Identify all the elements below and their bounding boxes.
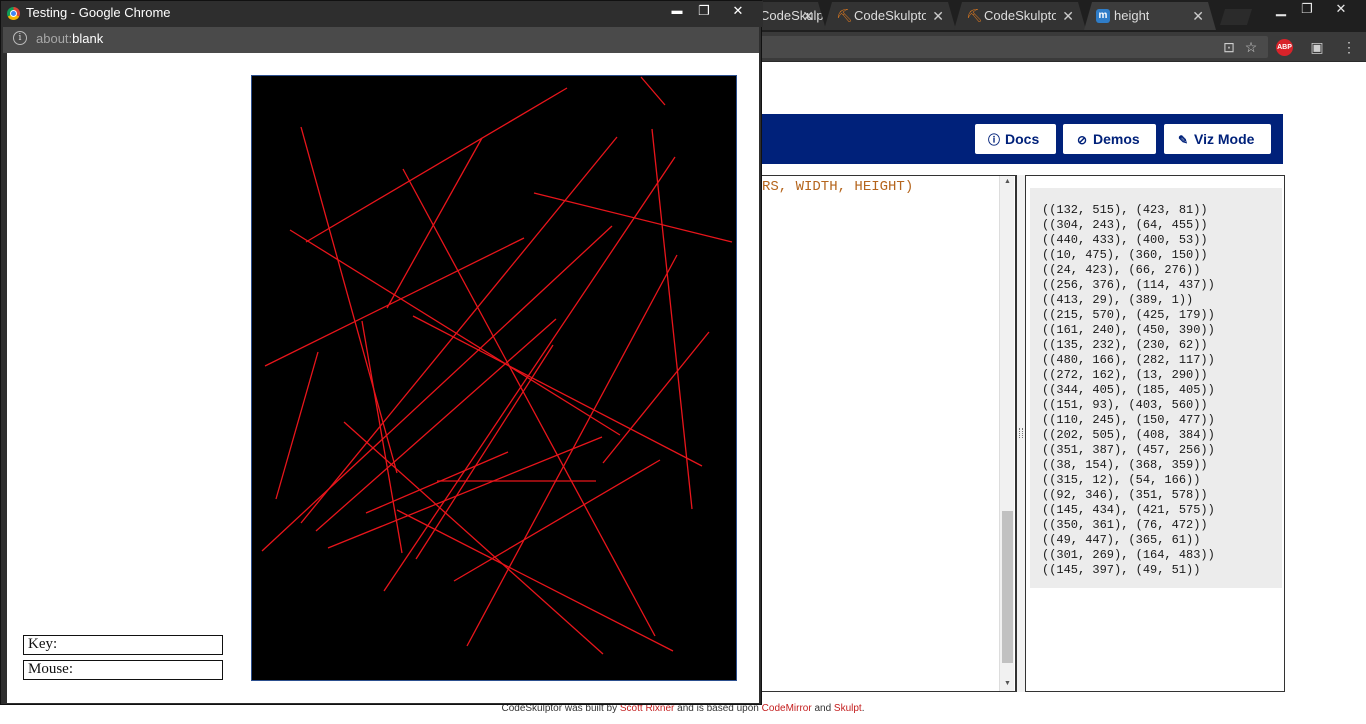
canvas-svg (252, 76, 736, 680)
output-line: ((315, 12), (54, 166)) (1042, 473, 1201, 487)
editor-scrollbar[interactable]: ▲ ▼ (999, 176, 1014, 691)
tab-title: CodeSkulptor (854, 8, 926, 23)
output-line: ((24, 423), (66, 276)) (1042, 263, 1201, 277)
output-line: ((215, 570), (425, 179)) (1042, 308, 1215, 322)
footer-text: and (811, 703, 834, 714)
output-line: ((92, 346), (351, 578)) (1042, 488, 1208, 502)
info-icon[interactable]: i (13, 31, 27, 45)
scroll-down-icon[interactable]: ▼ (1000, 678, 1015, 690)
popup-close-icon[interactable]: ✕ (723, 1, 753, 23)
output-line: ((413, 29), (389, 1)) (1042, 293, 1194, 307)
demos-button[interactable]: ⊘ Demos (1063, 124, 1156, 154)
demos-icon: ⊘ (1076, 133, 1088, 147)
viz-mode-button[interactable]: ✎ Viz Mode (1164, 124, 1271, 154)
popup-titlebar[interactable]: Testing - Google Chrome ▬ ❐ ✕ (1, 1, 763, 27)
star-icon[interactable]: ☆ (1242, 38, 1260, 56)
browser-tab[interactable]: ⛏ CodeSkulptor ✕ (824, 2, 956, 30)
close-window-icon[interactable]: ✕ (1326, 0, 1356, 18)
skulpt-link[interactable]: Skulpt (834, 703, 862, 714)
close-tab-icon[interactable]: ✕ (1192, 2, 1204, 30)
menu-icon[interactable]: ⋮ (1340, 38, 1358, 56)
address-scheme: about: (36, 31, 73, 46)
output-line: ((344, 405), (185, 405)) (1042, 383, 1215, 397)
output-lines: ((132, 515), (423, 81)) ((304, 243), (64,… (1042, 203, 1215, 578)
output-line: ((272, 162), (13, 290)) (1042, 368, 1208, 382)
code-line: RS, WIDTH, HEIGHT) (762, 179, 914, 195)
output-line: ((256, 376), (114, 437)) (1042, 278, 1215, 292)
viz-mode-label: Viz Mode (1194, 131, 1255, 147)
new-tab-button[interactable] (1220, 9, 1252, 25)
tab-title: CodeSkulptor (984, 8, 1056, 23)
popup-title: Testing - Google Chrome (26, 5, 171, 20)
output-line: ((351, 387), (457, 256)) (1042, 443, 1215, 457)
canvas-background (252, 76, 736, 680)
mouse-label: Mouse: (23, 660, 223, 680)
extension-icon[interactable]: ▣ (1308, 38, 1326, 56)
incognito-icon: ▬ (671, 5, 683, 17)
output-line: ((135, 232), (230, 62)) (1042, 338, 1208, 352)
key-label: Key: (23, 635, 223, 655)
output-line: ((10, 475), (360, 150)) (1042, 248, 1208, 262)
close-tab-icon[interactable]: ✕ (932, 2, 944, 30)
footer-text: . (861, 703, 865, 714)
docs-label: Docs (1005, 131, 1040, 147)
maximize-icon[interactable]: ❐ (1292, 0, 1322, 18)
hammer-icon: ⛏ (836, 8, 853, 23)
output-line: ((440, 433), (400, 53)) (1042, 233, 1208, 247)
adblock-icon[interactable]: ABP (1276, 39, 1293, 56)
mdn-icon: m (1096, 9, 1110, 23)
browser-tab[interactable]: ⛏ CodeSkulptor ✕ (954, 2, 1086, 30)
screen: { "browser": { "tabs": [ {"title": "Code… (0, 0, 1366, 724)
info-icon: ⓘ (987, 133, 1000, 147)
codemirror-link[interactable]: CodeMirror (762, 703, 812, 714)
scrollbar-thumb[interactable] (1002, 511, 1013, 663)
popup-restore-icon[interactable]: ❐ (689, 1, 719, 23)
drawing-canvas[interactable] (251, 75, 737, 681)
browser-tab[interactable]: m height ✕ (1084, 2, 1216, 30)
docs-button[interactable]: ⓘ Docs (975, 124, 1056, 154)
output-line: ((151, 93), (403, 560)) (1042, 398, 1208, 412)
close-tab-icon[interactable]: ✕ (1062, 2, 1074, 30)
output-line: ((110, 245), (150, 477)) (1042, 413, 1215, 427)
scroll-up-icon[interactable]: ▲ (1000, 176, 1015, 188)
output-line: ((145, 434), (421, 575)) (1042, 503, 1215, 517)
address-path: blank (72, 31, 104, 46)
pane-splitter[interactable] (1016, 175, 1026, 692)
code-editor[interactable] (740, 175, 1016, 692)
wrench-icon: ✎ (1177, 133, 1189, 147)
output-line: ((49, 447), (365, 61)) (1042, 533, 1201, 547)
splitter-grip-icon (1019, 428, 1023, 438)
popup-window: Testing - Google Chrome ▬ ❐ ✕ i about:bl… (0, 0, 763, 705)
output-line: ((350, 361), (76, 472)) (1042, 518, 1208, 532)
output-line: ((202, 505), (408, 384)) (1042, 428, 1215, 442)
popup-address-bar[interactable]: i about:blank (3, 27, 759, 53)
tab-title: CodeSkulptor (760, 8, 824, 23)
output-line: ((132, 515), (423, 81)) (1042, 203, 1208, 217)
output-line: ((304, 243), (64, 455)) (1042, 218, 1208, 232)
output-line: ((480, 166), (282, 117)) (1042, 353, 1215, 367)
chrome-logo-icon (7, 7, 20, 20)
output-line: ((161, 240), (450, 390)) (1042, 323, 1215, 337)
translate-icon[interactable]: ⊡ (1220, 38, 1238, 56)
demos-label: Demos (1093, 131, 1140, 147)
output-line: ((145, 397), (49, 51)) (1042, 563, 1201, 577)
address-text[interactable]: about:blank (36, 31, 103, 46)
tab-title: height (1114, 8, 1150, 23)
hammer-icon: ⛏ (966, 8, 983, 23)
output-line: ((301, 269), (164, 483)) (1042, 548, 1215, 562)
output-line: ((38, 154), (368, 359)) (1042, 458, 1208, 472)
close-tab-icon[interactable]: ✕ (802, 2, 814, 30)
